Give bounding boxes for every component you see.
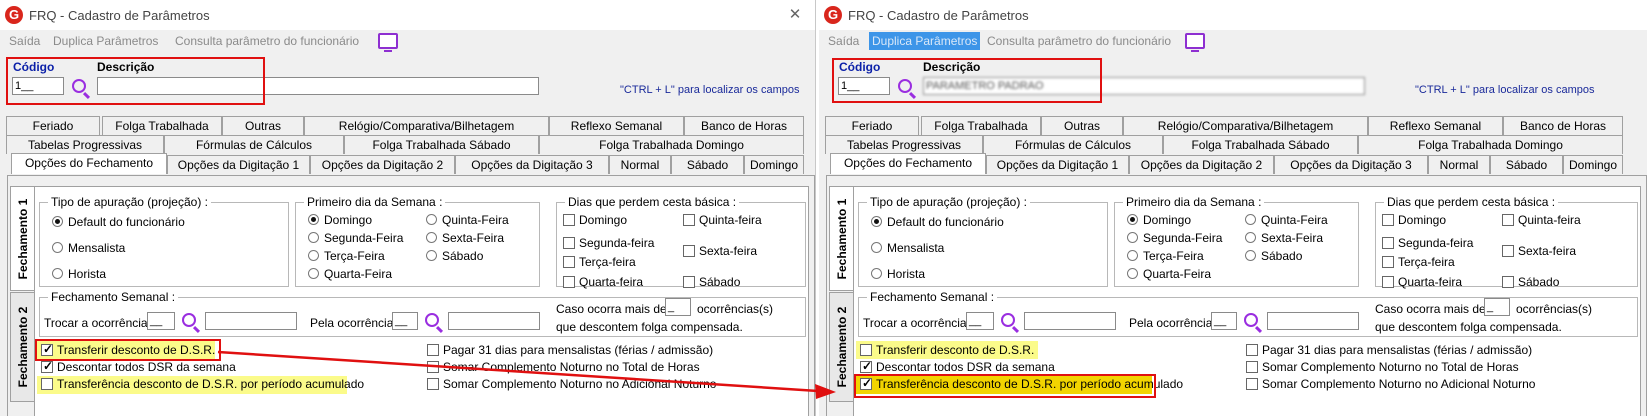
arrow-line: [217, 350, 819, 393]
arrow-head: [815, 384, 836, 399]
annotation-arrow: [217, 350, 836, 399]
